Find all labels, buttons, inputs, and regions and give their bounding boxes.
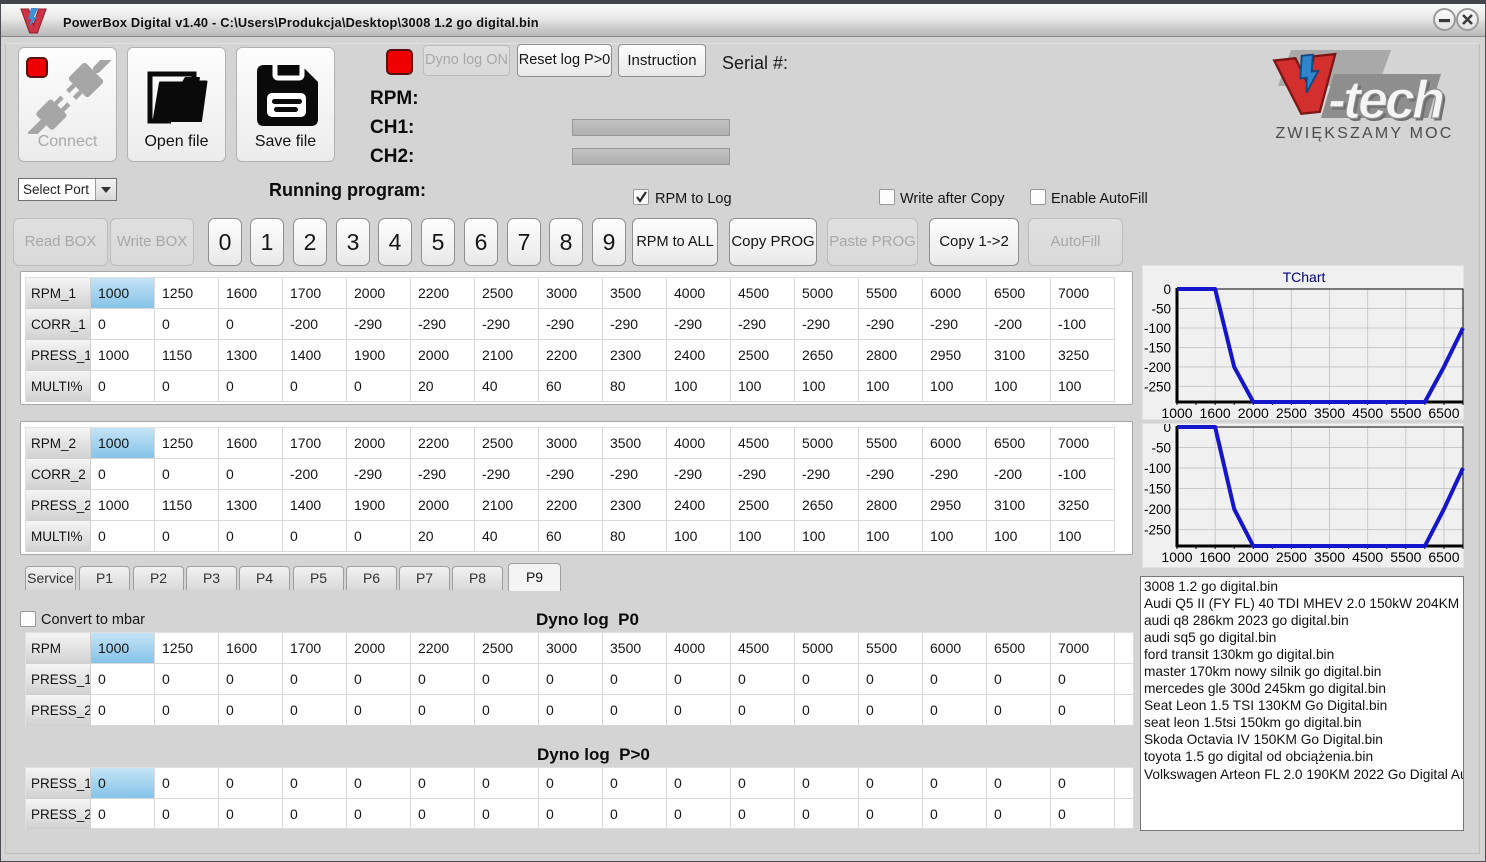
svg-text:2000: 2000 <box>1238 549 1269 565</box>
svg-text:6500: 6500 <box>1428 405 1459 421</box>
svg-text:1000: 1000 <box>1161 549 1192 565</box>
svg-text:6500: 6500 <box>1428 549 1459 565</box>
svg-text:-250: -250 <box>1144 523 1171 538</box>
svg-text:-50: -50 <box>1151 441 1171 456</box>
svg-text:2500: 2500 <box>1276 549 1307 565</box>
svg-text:3500: 3500 <box>1314 549 1345 565</box>
svg-text:5500: 5500 <box>1390 405 1421 421</box>
svg-text:4500: 4500 <box>1352 549 1383 565</box>
svg-text:-200: -200 <box>1144 360 1171 375</box>
svg-text:3500: 3500 <box>1314 405 1345 421</box>
svg-text:2000: 2000 <box>1238 405 1269 421</box>
svg-text:-100: -100 <box>1144 321 1171 336</box>
svg-text:TChart: TChart <box>1283 269 1326 285</box>
svg-text:1600: 1600 <box>1200 549 1231 565</box>
svg-text:-tech: -tech <box>1328 70 1443 130</box>
svg-text:-50: -50 <box>1151 301 1171 316</box>
svg-text:0: 0 <box>1163 282 1171 297</box>
svg-text:-150: -150 <box>1144 482 1171 497</box>
svg-text:5500: 5500 <box>1390 549 1421 565</box>
svg-text:0: 0 <box>1163 424 1171 435</box>
svg-text:-200: -200 <box>1144 502 1171 517</box>
svg-text:1000: 1000 <box>1161 405 1192 421</box>
svg-text:1600: 1600 <box>1200 405 1231 421</box>
svg-text:2500: 2500 <box>1276 405 1307 421</box>
svg-text:-250: -250 <box>1144 379 1171 394</box>
svg-text:4500: 4500 <box>1352 405 1383 421</box>
svg-text:-100: -100 <box>1144 461 1171 476</box>
svg-text:-150: -150 <box>1144 340 1171 355</box>
